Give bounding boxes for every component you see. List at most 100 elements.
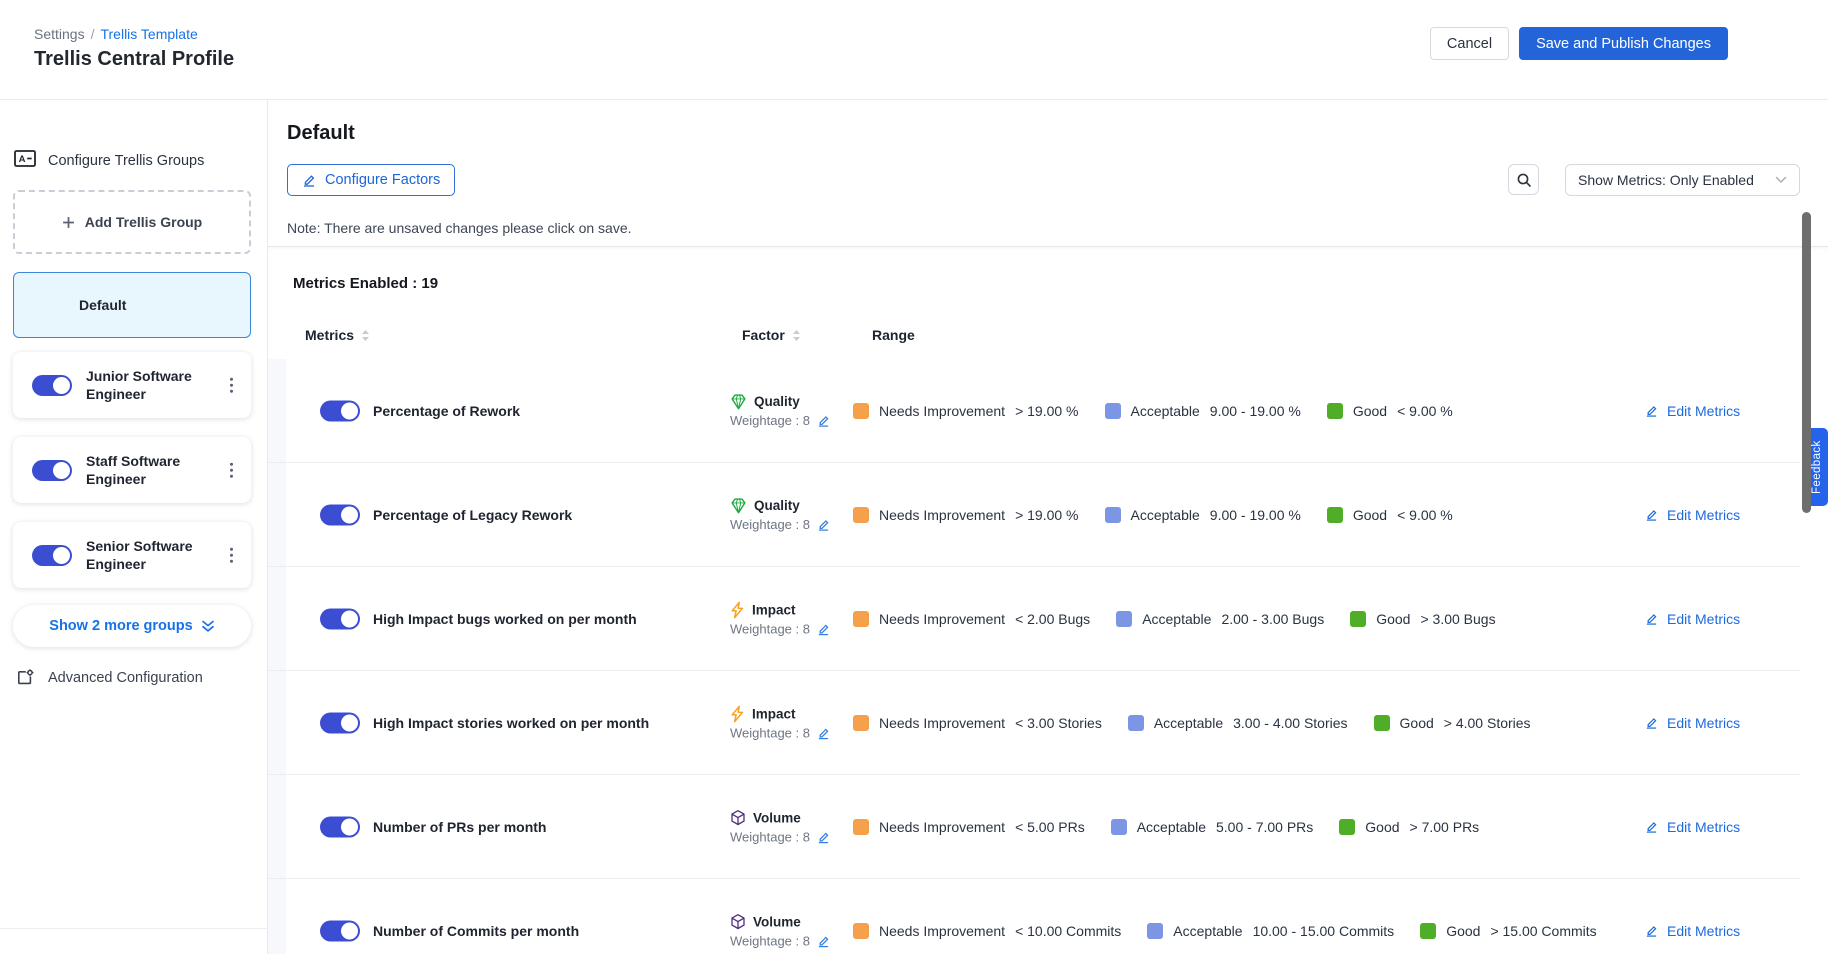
column-label: Metrics bbox=[305, 327, 354, 343]
edit-metrics-link[interactable]: Edit Metrics bbox=[1645, 923, 1740, 939]
toggle-knob bbox=[341, 922, 358, 939]
range-color-swatch bbox=[1327, 403, 1343, 419]
range-level: Good bbox=[1353, 403, 1387, 419]
range-value: 5.00 - 7.00 PRs bbox=[1216, 819, 1313, 835]
sidebar-item-default[interactable]: Default bbox=[13, 272, 251, 338]
search-button[interactable] bbox=[1508, 164, 1539, 195]
edit-metrics-link[interactable]: Edit Metrics bbox=[1645, 715, 1740, 731]
metric-toggle[interactable] bbox=[320, 608, 360, 629]
edit-weightage-icon[interactable] bbox=[817, 934, 830, 947]
column-header-factor[interactable]: Factor bbox=[742, 323, 801, 347]
configure-groups-label: Configure Trellis Groups bbox=[48, 153, 204, 169]
range-color-swatch bbox=[1105, 403, 1121, 419]
column-header-range: Range bbox=[872, 323, 915, 347]
range-value: 2.00 - 3.00 Bugs bbox=[1221, 611, 1324, 627]
metric-toggle[interactable] bbox=[320, 816, 360, 837]
edit-metrics-label: Edit Metrics bbox=[1667, 923, 1740, 939]
toggle-knob bbox=[53, 377, 70, 394]
factor-name: Impact bbox=[752, 602, 796, 617]
range-value: > 15.00 Commits bbox=[1490, 923, 1596, 939]
sidebar-group-card[interactable]: Staff Software Engineer bbox=[13, 437, 251, 503]
add-trellis-group-button[interactable]: Add Trellis Group bbox=[13, 190, 251, 254]
metric-toggle[interactable] bbox=[320, 504, 360, 525]
edit-weightage-icon[interactable] bbox=[817, 622, 830, 635]
vertical-scrollbar[interactable] bbox=[1802, 212, 1811, 513]
range-cell: Needs Improvement > 19.00 % Acceptable 9… bbox=[853, 507, 1723, 523]
kebab-menu-icon[interactable] bbox=[224, 457, 240, 484]
range-item: Needs Improvement < 10.00 Commits bbox=[853, 923, 1121, 939]
save-and-publish-button[interactable]: Save and Publish Changes bbox=[1519, 27, 1728, 60]
cancel-button[interactable]: Cancel bbox=[1430, 27, 1509, 60]
edit-metrics-label: Edit Metrics bbox=[1667, 507, 1740, 523]
sidebar-group-card[interactable]: Junior Software Engineer bbox=[13, 352, 251, 418]
edit-weightage-icon[interactable] bbox=[817, 518, 830, 531]
sort-icon[interactable] bbox=[361, 329, 370, 342]
range-color-swatch bbox=[853, 715, 869, 731]
kebab-menu-icon[interactable] bbox=[224, 372, 240, 399]
range-value: > 19.00 % bbox=[1015, 403, 1078, 419]
weightage-label: Weightage : 8 bbox=[730, 621, 810, 636]
configure-factors-button[interactable]: Configure Factors bbox=[287, 164, 455, 196]
range-level: Good bbox=[1446, 923, 1480, 939]
range-value: < 9.00 % bbox=[1397, 403, 1453, 419]
range-value: 9.00 - 19.00 % bbox=[1210, 403, 1301, 419]
factor-name: Quality bbox=[754, 498, 800, 513]
breadcrumb-trellis-template[interactable]: Trellis Template bbox=[100, 26, 197, 42]
range-color-swatch bbox=[853, 507, 869, 523]
group-toggle[interactable] bbox=[32, 545, 72, 566]
column-label: Range bbox=[872, 327, 915, 343]
edit-weightage-icon[interactable] bbox=[817, 414, 830, 427]
factor-name: Impact bbox=[752, 706, 796, 721]
range-cell: Needs Improvement < 2.00 Bugs Acceptable… bbox=[853, 611, 1723, 627]
edit-metrics-link[interactable]: Edit Metrics bbox=[1645, 611, 1740, 627]
sidebar: A Configure Trellis Groups Add Trellis G… bbox=[0, 100, 268, 954]
breadcrumb-separator: / bbox=[91, 26, 95, 42]
range-level: Needs Improvement bbox=[879, 611, 1005, 627]
group-list: Junior Software Engineer Staff Software … bbox=[13, 352, 251, 607]
range-item: Good > 15.00 Commits bbox=[1420, 923, 1596, 939]
toggle-knob bbox=[53, 462, 70, 479]
edit-metrics-link[interactable]: Edit Metrics bbox=[1645, 507, 1740, 523]
edit-metrics-link[interactable]: Edit Metrics bbox=[1645, 819, 1740, 835]
toggle-knob bbox=[53, 547, 70, 564]
range-value: 9.00 - 19.00 % bbox=[1210, 507, 1301, 523]
edit-metrics-link[interactable]: Edit Metrics bbox=[1645, 403, 1740, 419]
range-item: Acceptable 2.00 - 3.00 Bugs bbox=[1116, 611, 1324, 627]
range-item: Good > 7.00 PRs bbox=[1339, 819, 1479, 835]
metric-toggle[interactable] bbox=[320, 920, 360, 941]
kebab-menu-icon[interactable] bbox=[224, 542, 240, 569]
sidebar-group-card[interactable]: Senior Software Engineer bbox=[13, 522, 251, 588]
advanced-configuration-link[interactable]: Advanced Configuration bbox=[15, 668, 203, 688]
breadcrumb-settings[interactable]: Settings bbox=[34, 26, 85, 42]
metric-name: Number of Commits per month bbox=[373, 923, 723, 939]
page-title: Trellis Central Profile bbox=[34, 48, 234, 71]
metric-name: Percentage of Legacy Rework bbox=[373, 507, 723, 523]
group-toggle[interactable] bbox=[32, 460, 72, 481]
sort-icon[interactable] bbox=[792, 329, 801, 342]
edit-weightage-icon[interactable] bbox=[817, 726, 830, 739]
weightage-label: Weightage : 8 bbox=[730, 413, 810, 428]
group-toggle[interactable] bbox=[32, 375, 72, 396]
column-header-metrics[interactable]: Metrics bbox=[305, 323, 370, 347]
metric-toggle[interactable] bbox=[320, 712, 360, 733]
factor-name: Quality bbox=[754, 394, 800, 409]
edit-pencil-icon bbox=[302, 173, 316, 187]
range-value: 3.00 - 4.00 Stories bbox=[1233, 715, 1347, 731]
double-chevron-down-icon bbox=[201, 620, 215, 633]
toggle-knob bbox=[341, 610, 358, 627]
edit-weightage-icon[interactable] bbox=[817, 830, 830, 843]
range-value: < 5.00 PRs bbox=[1015, 819, 1085, 835]
metric-toggle[interactable] bbox=[320, 400, 360, 421]
range-cell: Needs Improvement < 3.00 Stories Accepta… bbox=[853, 715, 1723, 731]
trellis-profile-page: Settings / Trellis Template Trellis Centra… bbox=[0, 0, 1828, 954]
range-cell: Needs Improvement > 19.00 % Acceptable 9… bbox=[853, 403, 1723, 419]
range-item: Needs Improvement < 2.00 Bugs bbox=[853, 611, 1090, 627]
dropdown-selected-value: Show Metrics: Only Enabled bbox=[1578, 172, 1754, 188]
group-section-title: Default bbox=[287, 122, 355, 145]
show-metrics-dropdown[interactable]: Show Metrics: Only Enabled bbox=[1565, 164, 1800, 196]
edit-metrics-label: Edit Metrics bbox=[1667, 819, 1740, 835]
range-level: Acceptable bbox=[1131, 507, 1200, 523]
show-more-groups-button[interactable]: Show 2 more groups bbox=[13, 605, 251, 647]
range-item: Acceptable 10.00 - 15.00 Commits bbox=[1147, 923, 1394, 939]
show-more-label: Show 2 more groups bbox=[49, 618, 192, 634]
